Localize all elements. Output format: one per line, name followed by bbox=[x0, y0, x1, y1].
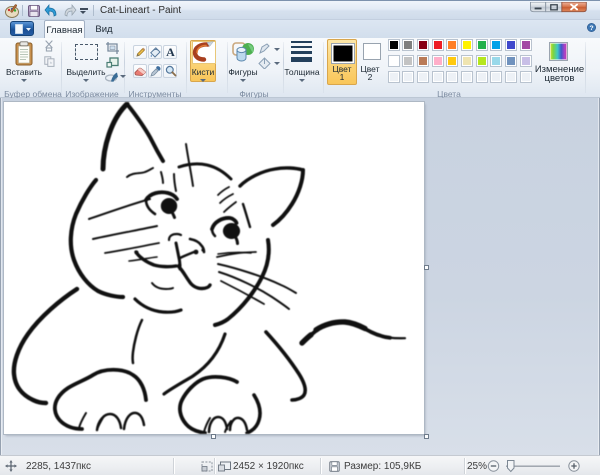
svg-text:?: ? bbox=[589, 24, 593, 31]
